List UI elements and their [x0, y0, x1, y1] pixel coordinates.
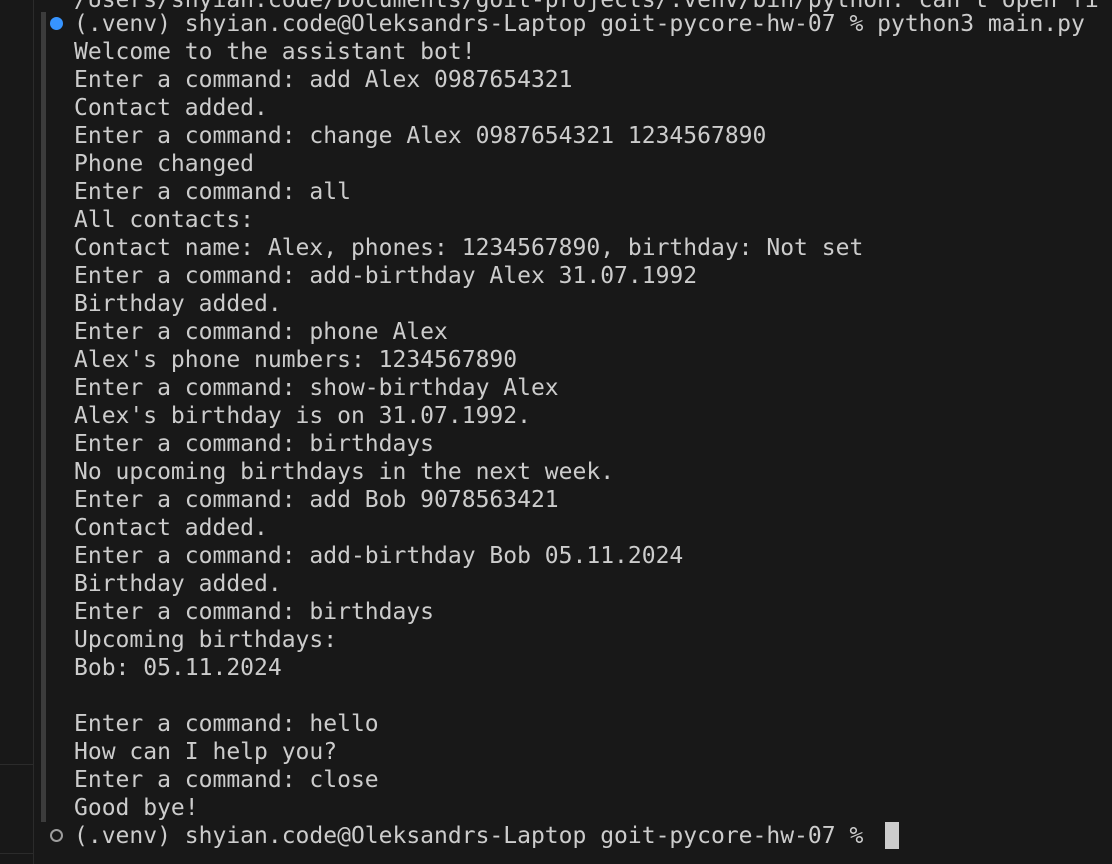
terminal-output-line: Phone changed [74, 151, 255, 177]
terminal-output-line: No upcoming birthdays in the next week. [74, 459, 615, 485]
terminal-output-line: Birthday added. [74, 571, 282, 597]
terminal-output-line: Enter a command: change Alex 0987654321 … [74, 123, 767, 149]
terminal-output-line: Enter a command: add-birthday Bob 05.11.… [74, 543, 684, 569]
terminal-output-line: Enter a command: hello [74, 711, 379, 737]
terminal-output-line: Alex's birthday is on 31.07.1992. [74, 403, 531, 429]
terminal-output-line: Enter a command: phone Alex [74, 319, 448, 345]
command-success-decoration-icon[interactable] [50, 17, 63, 30]
terminal-output-line: Enter a command: add Alex 0987654321 [74, 67, 573, 93]
command-group-bar [41, 12, 46, 822]
terminal-output-line: Bob: 05.11.2024 [74, 655, 282, 681]
terminal-output-line: Enter a command: show-birthday Alex [74, 375, 559, 401]
terminal-command-line: (.venv) shyian.code@Oleksandrs-Laptop go… [74, 11, 1085, 37]
terminal-output-line: All contacts: [74, 207, 255, 233]
terminal-output-line: Contact name: Alex, phones: 1234567890, … [74, 235, 864, 261]
command-idle-decoration-icon[interactable] [50, 829, 63, 842]
terminal-output-line: Birthday added. [74, 291, 282, 317]
terminal-output-line: Enter a command: birthdays [74, 431, 435, 457]
terminal-output-line: Enter a command: add-birthday Alex 31.07… [74, 263, 698, 289]
terminal-cursor [885, 822, 899, 849]
terminal-output-line: Enter a command: birthdays [74, 599, 435, 625]
terminal-output-line: Welcome to the assistant bot! [74, 39, 476, 65]
terminal-window: /Users/shyian.code/Documents/goit-projec… [0, 0, 1112, 864]
terminal-output-line: How can I help you? [74, 739, 338, 765]
terminal-output-line: Good bye! [74, 795, 199, 821]
terminal-prompt-line[interactable]: (.venv) shyian.code@Oleksandrs-Laptop go… [74, 822, 877, 850]
terminal-output-line: Enter a command: all [74, 179, 351, 205]
terminal-output-line: Enter a command: close [74, 767, 379, 793]
terminal-output-line: Upcoming birthdays: [74, 627, 338, 653]
terminal-panel[interactable]: /Users/shyian.code/Documents/goit-projec… [0, 0, 1112, 864]
terminal-output-line: Contact added. [74, 515, 268, 541]
terminal-output-line: Contact added. [74, 95, 268, 121]
terminal-output-line: Alex's phone numbers: 1234567890 [74, 347, 518, 373]
terminal-output-line: Enter a command: add Bob 9078563421 [74, 487, 559, 513]
